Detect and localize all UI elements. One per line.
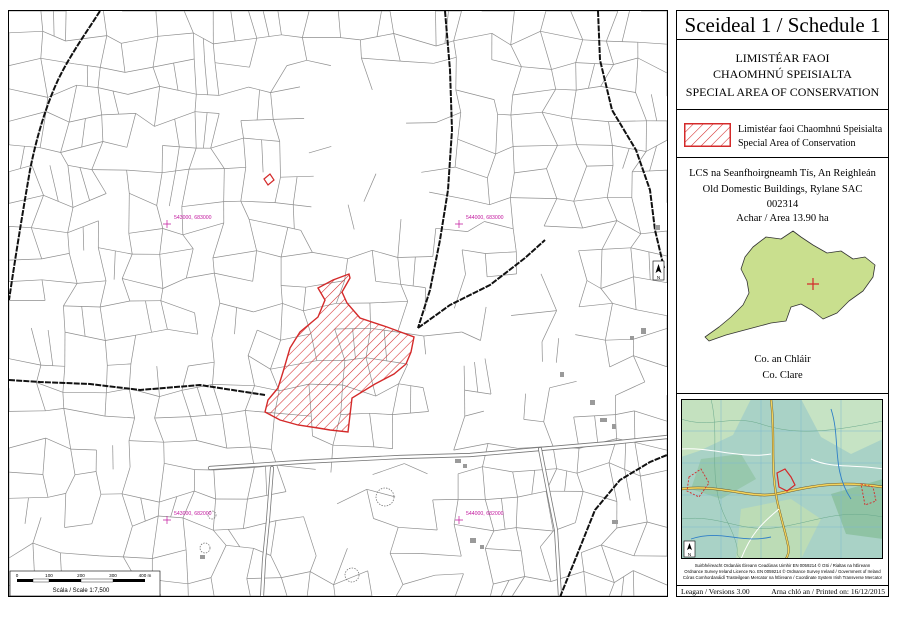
- field-boundary: [62, 391, 107, 394]
- legend-label-irish: Limistéar faoi Chaomhnú Speisialta: [738, 124, 883, 135]
- designation-line-3: SPECIAL AREA OF CONSERVATION: [685, 85, 880, 99]
- field-boundary: [406, 122, 436, 124]
- building: [463, 464, 467, 468]
- scale-segment: [17, 579, 33, 582]
- scale-tick-label: 400 m: [139, 573, 152, 578]
- scale-bar: 0 100 200 300 400 m Scála / Scale 1:7,50…: [9, 570, 161, 596]
- printed-date-label: Arna chló an / Printed on: 16/12/2015: [771, 587, 885, 596]
- grid-label-nw: 543000, 683000: [174, 215, 212, 221]
- north-arrow-icon: N: [683, 540, 696, 558]
- grid-label-sw: 543000, 682000: [174, 511, 212, 517]
- building: [612, 520, 618, 524]
- map-info-panel: Sceideal 1 / Schedule 1 LIMISTÉAR FAOI C…: [676, 10, 889, 597]
- scale-segment: [49, 579, 81, 582]
- site-code: 002314: [766, 199, 799, 210]
- scale-segment: [32, 578, 50, 583]
- scale-tick-label: 200: [77, 573, 85, 578]
- building: [560, 372, 564, 377]
- building: [641, 328, 646, 334]
- field-boundary: [455, 57, 457, 90]
- county-name-english: Co. Clare: [762, 370, 803, 381]
- field-boundary: [128, 193, 130, 234]
- designation-line-1: LIMISTÉAR FAOI: [735, 51, 830, 65]
- field-boundary: [91, 169, 127, 171]
- field-boundary: [432, 499, 459, 501]
- county-locator-map: [704, 230, 876, 342]
- field-boundary: [575, 62, 577, 91]
- scale-segment: [80, 578, 114, 583]
- building: [455, 459, 461, 463]
- copyright-line-3: Córas Comhordanáidí Trasteilgean Mercato…: [682, 575, 883, 580]
- building: [655, 225, 660, 230]
- scale-tick-label: 300: [109, 573, 117, 578]
- version-label: Leagan / Versions 3.00: [681, 587, 750, 596]
- building: [480, 545, 484, 549]
- legend-label-english: Special Area of Conservation: [738, 138, 856, 149]
- divider: [677, 157, 888, 158]
- building: [470, 538, 476, 543]
- scale-segment: [113, 579, 145, 582]
- site-name-english: Old Domestic Buildings, Rylane SAC: [702, 184, 863, 195]
- building: [590, 400, 595, 405]
- field-boundary: [163, 442, 165, 464]
- scale-tick-label: 100: [45, 573, 53, 578]
- site-map: 543000, 683000 544000, 683000 543000, 68…: [8, 10, 668, 597]
- field-boundary: [189, 168, 225, 170]
- building: [612, 424, 616, 429]
- divider: [677, 585, 888, 586]
- grid-label-ne: 544000, 683000: [466, 215, 504, 221]
- inset-north-label: N: [688, 552, 691, 557]
- field-boundary: [463, 365, 465, 391]
- divider: [677, 39, 888, 40]
- building: [200, 555, 205, 559]
- location-inset-map: N: [681, 399, 883, 559]
- scale-tick-label: 0: [16, 573, 19, 578]
- divider: [677, 109, 888, 110]
- building: [600, 418, 607, 422]
- grid-label-se: 544000, 682000: [466, 511, 504, 517]
- schedule-map-page: 543000, 683000 544000, 683000 543000, 68…: [0, 0, 900, 619]
- divider: [677, 393, 888, 394]
- north-arrow-icon: N: [652, 260, 665, 281]
- scale-label: Scála / Scale 1:7,500: [53, 588, 110, 594]
- schedule-title: Sceideal 1 / Schedule 1: [684, 13, 881, 37]
- designation-line-2: CHAOMHNÚ SPEISIALTA: [713, 67, 852, 81]
- north-label: N: [657, 275, 660, 280]
- county-name-irish: Co. an Chláir: [754, 354, 811, 365]
- county-clare-outline: [704, 230, 876, 342]
- field-boundary: [634, 410, 636, 443]
- site-name-irish: LCS na Seanfhoirgneamh Tís, An Reighleán: [689, 168, 876, 179]
- building: [630, 336, 634, 340]
- legend-sac-swatch: [684, 123, 731, 147]
